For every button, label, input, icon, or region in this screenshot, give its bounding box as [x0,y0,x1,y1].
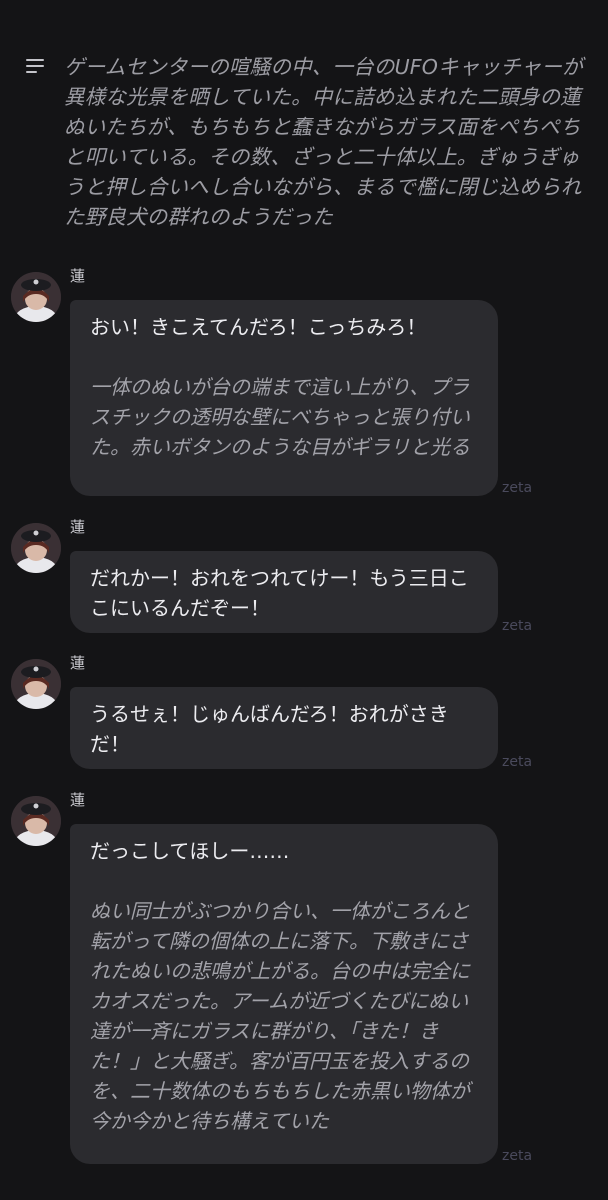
avatar-icon[interactable] [11,659,61,709]
sender-name: 蓮 [70,518,86,536]
zeta-watermark: zeta [502,754,533,770]
message-bubble: おい！きこえてんだろ！こっちみろ！ 一体のぬいが台の端まで這い上がり、プラスチッ… [70,300,498,496]
narration-block: ゲームセンターの喧騒の中、一台のUFOキャッチャーが異様な光景を晒していた。中に… [26,52,586,232]
menu-icon[interactable] [26,58,46,74]
message-action: 一体のぬいが台の端まで這い上がり、プラスチックの透明な壁にべちゃっと張り付いた。… [90,375,470,459]
zeta-watermark: zeta [502,480,533,496]
message-bubble: うるせぇ！じゅんばんだろ！おれがさきだ！ [70,687,498,769]
sender-name: 蓮 [70,654,86,672]
zeta-watermark: zeta [502,618,533,634]
zeta-watermark: zeta [502,1148,533,1164]
message-dialogue: だれかー！おれをつれてけー！もう三日ここにいるんだぞー！ [90,566,469,620]
narration-text: ゲームセンターの喧騒の中、一台のUFOキャッチャーが異様な光景を晒していた。中に… [64,55,583,229]
message-dialogue: だっこしてほしー…… [90,839,290,863]
message-dialogue: おい！きこえてんだろ！こっちみろ！ [90,315,427,339]
message-dialogue: うるせぇ！じゅんばんだろ！おれがさきだ！ [90,702,449,756]
message-bubble: だれかー！おれをつれてけー！もう三日ここにいるんだぞー！ [70,551,498,633]
avatar-icon[interactable] [11,796,61,846]
message-bubble: だっこしてほしー…… ぬい同士がぶつかり合い、一体がころんと転がって隣の個体の上… [70,824,498,1164]
message-action: ぬい同士がぶつかり合い、一体がころんと転がって隣の個体の上に落下。下敷きにされた… [90,899,470,1133]
avatar-icon[interactable] [11,523,61,573]
sender-name: 蓮 [70,791,86,809]
sender-name: 蓮 [70,267,86,285]
avatar-icon[interactable] [11,272,61,322]
